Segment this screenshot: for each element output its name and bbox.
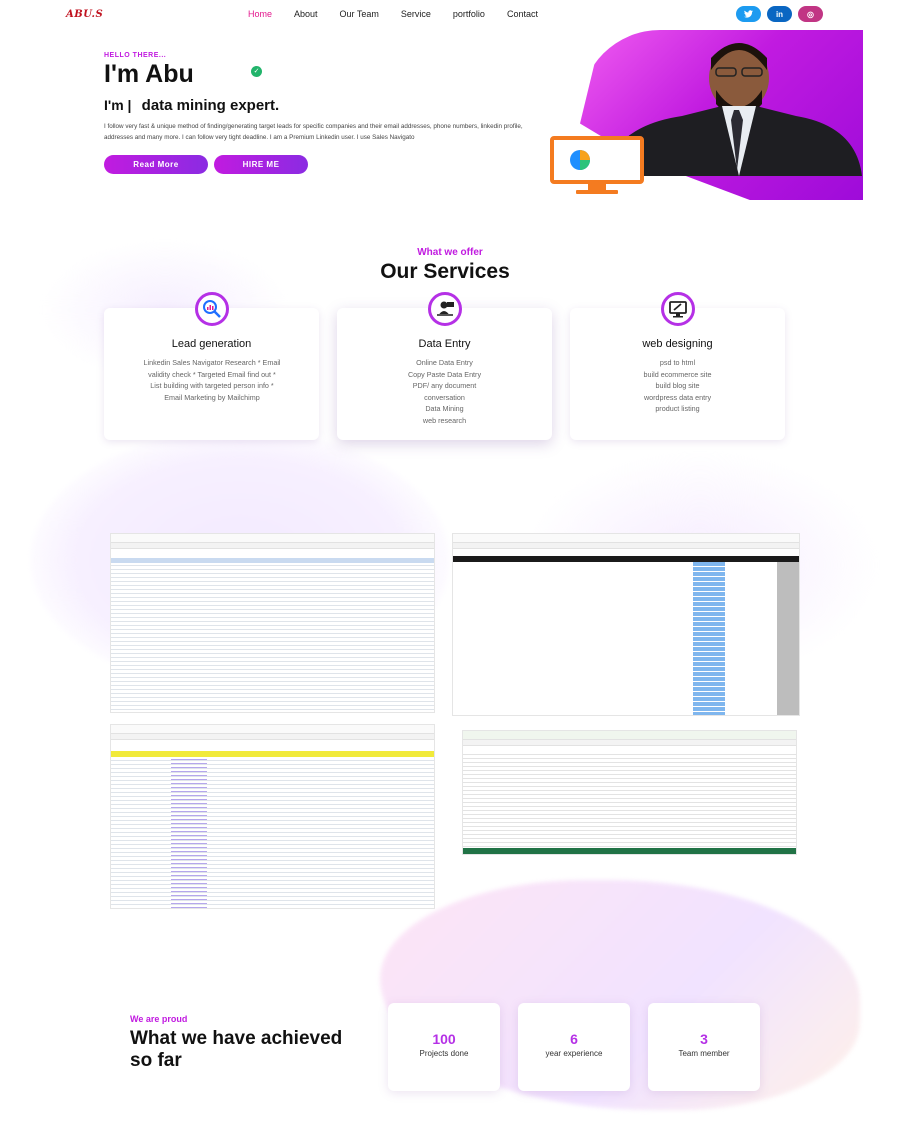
service-card-list: Online Data Entry Copy Paste Data Entry …: [337, 357, 552, 426]
list-item: build ecommerce site: [643, 369, 712, 379]
list-item: Data Mining: [425, 404, 464, 413]
list-item: build blog site: [655, 381, 700, 390]
excel-status-bar: [463, 848, 796, 854]
spreadsheet-toolbar: [111, 734, 434, 740]
list-item: wordpress data entry: [643, 392, 712, 402]
monitor-illustration: [550, 136, 644, 194]
stat-value: 6: [570, 1031, 578, 1047]
stat-card-team: 3 Team member: [648, 1003, 760, 1091]
nav-menu: Home About Our Team Service portfolio Co…: [248, 9, 538, 19]
nav-item-about[interactable]: About: [294, 9, 318, 19]
stat-label: Team member: [678, 1049, 730, 1058]
service-card-web-designing[interactable]: web designing psd to html build ecommerc…: [570, 292, 785, 440]
monitor-design-icon: [661, 292, 695, 326]
spreadsheet-grid: [453, 556, 799, 715]
services-title: Our Services: [380, 260, 510, 283]
top-navigation: ABU.S Home About Our Team Service portfo…: [0, 0, 900, 30]
stat-value: 3: [700, 1031, 708, 1047]
portfolio-screenshot-contacts[interactable]: [452, 533, 800, 716]
verified-badge-icon: ✓: [251, 66, 262, 77]
hero-name: I'm Abu: [104, 60, 194, 88]
spreadsheet-toolbar: [111, 534, 434, 543]
link-column: [171, 757, 207, 908]
linkedin-icon[interactable]: in: [767, 6, 792, 22]
achievements-eyebrow: We are proud: [130, 1014, 188, 1024]
instagram-icon[interactable]: ◎: [798, 6, 823, 22]
nav-item-contact[interactable]: Contact: [507, 9, 538, 19]
portfolio-screenshot-lead-list[interactable]: [110, 533, 435, 713]
list-item: psd to html: [659, 358, 696, 367]
hero-greeting: HELLO THERE...: [104, 52, 167, 59]
stat-label: Projects done: [419, 1049, 469, 1058]
stat-card-projects: 100 Projects done: [388, 1003, 500, 1091]
spreadsheet-grid: [111, 558, 434, 712]
portfolio-screenshot-excel-sheet[interactable]: [462, 730, 797, 855]
read-more-button[interactable]: Read More: [104, 155, 208, 174]
service-card-data-entry[interactable]: Data Entry Online Data Entry Copy Paste …: [337, 292, 552, 440]
social-links: in ◎: [736, 6, 823, 22]
service-card-body: Linkedin Sales Navigator Research * Emai…: [143, 358, 281, 402]
service-card-title: web designing: [642, 338, 713, 350]
stat-label: year experience: [545, 1049, 603, 1058]
stat-value: 100: [432, 1031, 456, 1047]
nav-item-home[interactable]: Home: [248, 9, 272, 19]
data-entry-person-icon: [428, 292, 462, 326]
nav-item-our-team[interactable]: Our Team: [340, 9, 379, 19]
role-prefix: I'm |: [104, 97, 132, 113]
spreadsheet-toolbar: [453, 534, 799, 543]
nav-item-service[interactable]: Service: [401, 9, 431, 19]
stat-card-experience: 6 year experience: [518, 1003, 630, 1091]
list-item: Copy Paste Data Entry: [407, 369, 482, 379]
spreadsheet-grid: [463, 751, 796, 848]
hire-me-button[interactable]: HIRE ME: [214, 155, 308, 174]
list-item: Online Data Entry: [416, 358, 473, 367]
service-card-list: psd to html build ecommerce site build b…: [570, 357, 785, 415]
header-row: [453, 556, 799, 562]
nav-item-portfolio[interactable]: portfolio: [453, 9, 485, 19]
spreadsheet-toolbar: [111, 725, 434, 734]
spreadsheet-toolbar: [453, 543, 799, 549]
list-item: web research: [422, 415, 467, 425]
portfolio-screenshot-company-list[interactable]: [110, 724, 435, 909]
services-eyebrow: What we offer: [417, 247, 483, 258]
service-card-title: Data Entry: [418, 338, 471, 350]
service-card-lead-generation[interactable]: Lead generation Linkedin Sales Navigator…: [104, 292, 319, 440]
list-item: product listing: [655, 404, 700, 413]
magnifier-chart-icon: [195, 292, 229, 326]
spreadsheet-toolbar: [111, 543, 434, 549]
achievements-title: What we have achieved so far: [130, 1028, 343, 1071]
shaded-column: [777, 562, 799, 715]
twitter-icon[interactable]: [736, 6, 761, 22]
list-item: conversation: [424, 392, 465, 402]
spreadsheet-grid: [111, 753, 434, 908]
spreadsheet-toolbar: [463, 740, 796, 746]
service-card-title: Lead generation: [171, 338, 252, 350]
highlighted-column: [693, 562, 725, 715]
page: ABU.S Home About Our Team Service portfo…: [0, 0, 900, 1125]
spreadsheet-toolbar: [463, 731, 796, 740]
role-text: data mining expert.: [141, 97, 280, 114]
header-row: [111, 751, 434, 757]
site-logo[interactable]: ABU.S: [66, 9, 103, 20]
hero-description: I follow very fast & unique method of fi…: [104, 123, 523, 141]
hero-role: I'm | data mining expert.: [104, 97, 279, 114]
header-row: [111, 558, 434, 563]
list-item: PDF/ any document: [412, 381, 477, 390]
